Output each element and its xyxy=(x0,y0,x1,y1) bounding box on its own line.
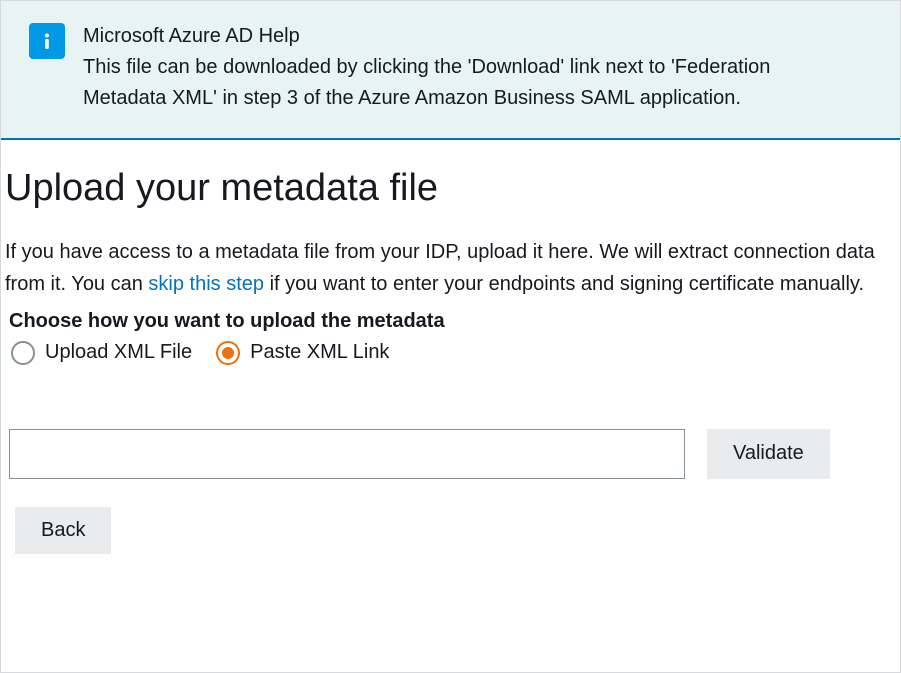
choose-label: Choose how you want to upload the metada… xyxy=(5,310,896,333)
info-title: Microsoft Azure AD Help xyxy=(83,21,843,52)
back-button[interactable]: Back xyxy=(15,507,111,554)
info-body: This file can be downloaded by clicking … xyxy=(83,52,843,114)
validate-button[interactable]: Validate xyxy=(707,429,830,479)
skip-link[interactable]: skip this step xyxy=(148,273,264,295)
page-title: Upload your metadata file xyxy=(5,166,896,212)
radio-icon xyxy=(216,341,240,365)
main-content: Upload your metadata file If you have ac… xyxy=(1,140,900,562)
radio-paste-xml[interactable]: Paste XML Link xyxy=(216,341,389,365)
input-row: Validate xyxy=(5,429,896,479)
radio-group: Upload XML File Paste XML Link xyxy=(5,341,896,365)
intro-after: if you want to enter your endpoints and … xyxy=(264,273,864,295)
radio-label: Upload XML File xyxy=(45,341,192,364)
info-banner: Microsoft Azure AD Help This file can be… xyxy=(1,1,900,140)
radio-upload-xml[interactable]: Upload XML File xyxy=(11,341,192,365)
info-text: Microsoft Azure AD Help This file can be… xyxy=(83,21,843,114)
radio-label: Paste XML Link xyxy=(250,341,389,364)
xml-link-input[interactable] xyxy=(9,429,685,479)
info-icon xyxy=(29,23,65,59)
intro-text: If you have access to a metadata file fr… xyxy=(5,236,896,300)
radio-icon xyxy=(11,341,35,365)
